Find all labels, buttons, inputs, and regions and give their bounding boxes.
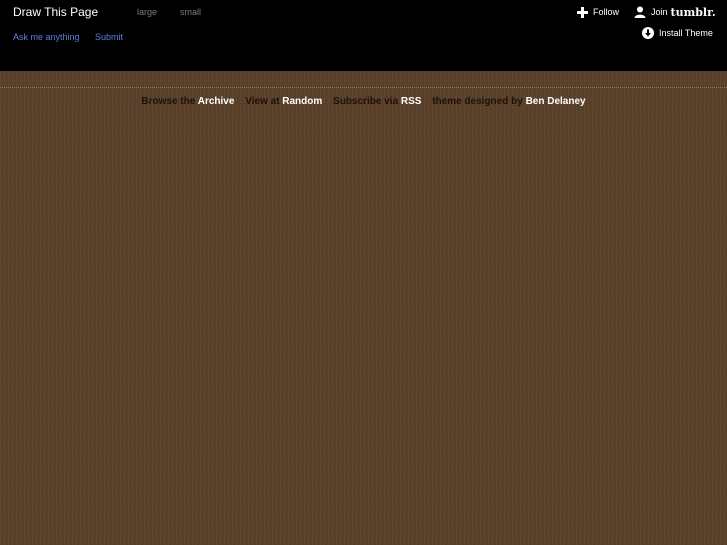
install-theme-label: Install Theme xyxy=(659,28,713,38)
random-group: View at Random xyxy=(245,96,322,107)
random-prefix: View at xyxy=(245,96,280,107)
install-theme-button[interactable]: Install Theme xyxy=(642,26,713,40)
plus-icon xyxy=(577,6,588,18)
header-bar: Draw This Page large small Ask me anythi… xyxy=(0,0,727,71)
join-tumblr-button[interactable]: Join tumblr. xyxy=(634,5,716,19)
join-label: Join xyxy=(651,7,668,17)
rss-link[interactable]: RSS xyxy=(401,96,422,107)
dotted-divider xyxy=(0,87,727,88)
credit-prefix: theme designed by xyxy=(432,96,523,107)
submit-link[interactable]: Submit xyxy=(95,32,123,42)
rss-prefix: Subscribe via xyxy=(333,96,399,107)
archive-link[interactable]: Archive xyxy=(198,96,235,107)
archive-group: Browse the Archive xyxy=(141,96,234,107)
footer-nav: Browse the Archive View at Random Subscr… xyxy=(0,96,727,107)
download-circle-icon xyxy=(642,27,654,39)
credit-group: theme designed by Ben Delaney xyxy=(432,96,585,107)
archive-prefix: Browse the xyxy=(141,96,196,107)
follow-label: Follow xyxy=(593,7,620,17)
designer-link[interactable]: Ben Delaney xyxy=(526,96,586,107)
rss-group: Subscribe via RSS xyxy=(333,96,421,107)
size-small-link[interactable]: small xyxy=(180,7,201,17)
size-large-link[interactable]: large xyxy=(137,7,157,17)
follow-button[interactable]: Follow xyxy=(577,5,619,19)
ask-me-anything-link[interactable]: Ask me anything xyxy=(13,32,80,42)
tumblr-wordmark: tumblr. xyxy=(670,5,716,19)
person-icon xyxy=(634,6,646,18)
site-title[interactable]: Draw This Page xyxy=(13,5,98,19)
random-link[interactable]: Random xyxy=(282,96,322,107)
